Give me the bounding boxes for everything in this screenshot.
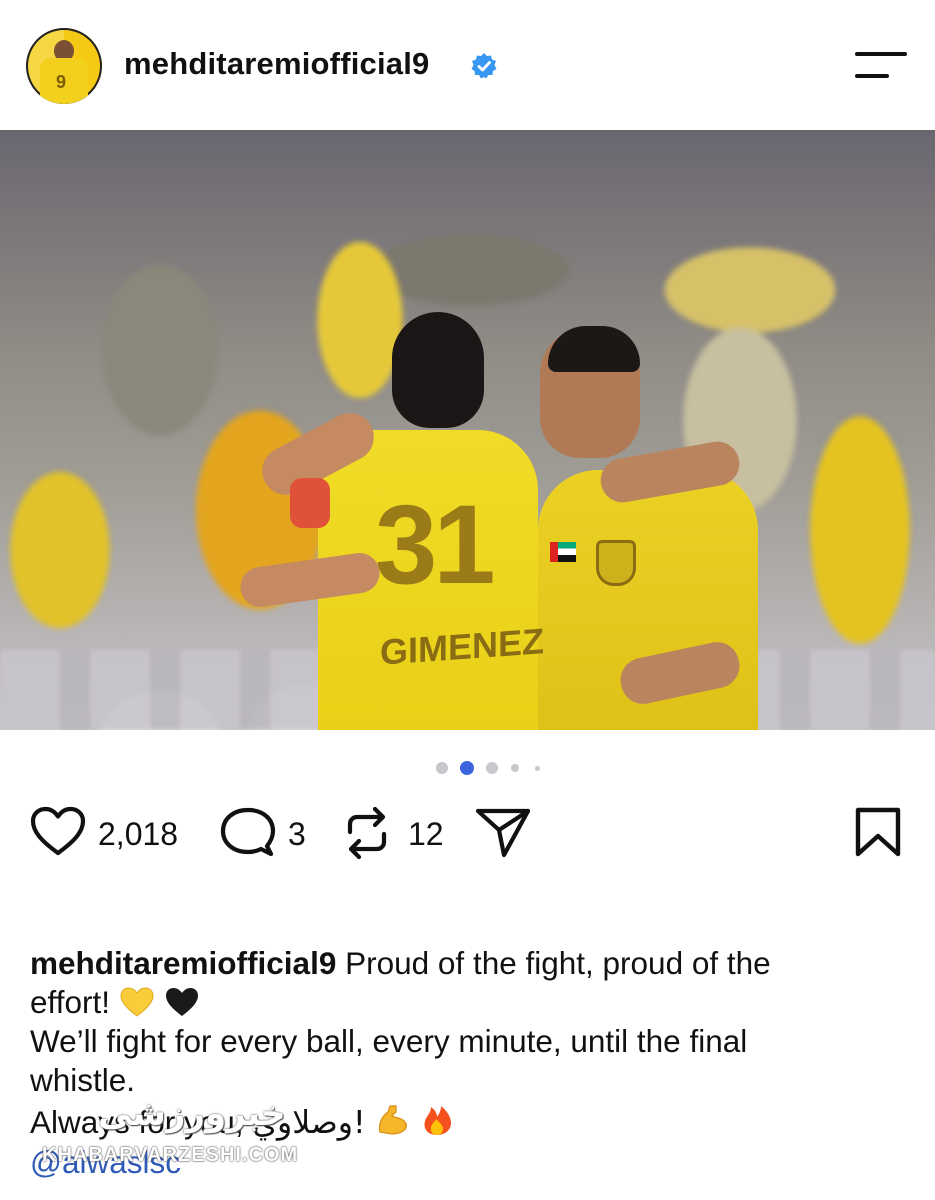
repost-icon bbox=[347, 806, 387, 860]
caption-line-5: Always for you, bbox=[30, 1104, 244, 1140]
uae-flag-patch bbox=[550, 542, 576, 562]
post-caption: mehditaremiofficial9 Proud of the fight,… bbox=[30, 944, 910, 1182]
carousel-dot bbox=[535, 766, 540, 771]
post-header: 9 mehditaremiofficial9 bbox=[0, 0, 935, 130]
carousel-dot bbox=[511, 764, 519, 772]
yellow-heart-icon bbox=[120, 987, 154, 1017]
flexed-biceps-icon bbox=[379, 1105, 408, 1135]
comment-button[interactable]: 3 bbox=[220, 806, 320, 860]
caption-line-1: Proud of the fight, proud of the bbox=[345, 945, 771, 981]
comment-icon bbox=[220, 807, 276, 857]
caption-username[interactable]: mehditaremiofficial9 bbox=[30, 945, 336, 981]
menu-line-bottom bbox=[855, 74, 889, 78]
repost-button[interactable]: 12 bbox=[342, 806, 452, 860]
reposts-count: 12 bbox=[408, 816, 444, 852]
heart-icon bbox=[30, 806, 86, 856]
carousel-dot-active bbox=[460, 761, 474, 775]
caption-arabic-text: وصلاوي! bbox=[252, 1105, 366, 1141]
carousel-dot bbox=[436, 762, 448, 774]
caption-line-4: whistle. bbox=[30, 1062, 136, 1098]
club-crest bbox=[596, 540, 636, 586]
verified-badge-icon bbox=[471, 53, 497, 79]
captain-armband bbox=[290, 478, 330, 528]
player-31-head bbox=[392, 312, 484, 428]
like-button[interactable]: 2,018 bbox=[30, 806, 190, 860]
menu-line-top bbox=[855, 52, 907, 56]
save-button[interactable] bbox=[852, 806, 906, 860]
avatar-jersey-number: 9 bbox=[56, 72, 67, 92]
profile-avatar[interactable]: 9 bbox=[26, 28, 102, 104]
profile-username[interactable]: mehditaremiofficial9 bbox=[124, 46, 429, 82]
caption-line-2: effort! bbox=[30, 984, 110, 1020]
fire-icon bbox=[424, 1106, 452, 1135]
caption-line-3: We’ll fight for every ball, every minute… bbox=[30, 1023, 748, 1059]
send-icon bbox=[475, 808, 531, 858]
carousel-dot bbox=[486, 762, 498, 774]
share-button[interactable] bbox=[474, 806, 534, 860]
comments-count: 3 bbox=[288, 816, 306, 852]
club-mention-link[interactable]: @alwaslsc bbox=[30, 1143, 910, 1182]
black-heart-icon bbox=[165, 988, 198, 1016]
menu-icon[interactable] bbox=[855, 50, 909, 84]
bookmark-icon bbox=[855, 807, 901, 857]
player-31-jersey-number: 31 bbox=[375, 482, 496, 607]
post-photo[interactable]: 9 31 GIMENEZ bbox=[0, 130, 935, 730]
likes-count: 2,018 bbox=[98, 816, 179, 852]
